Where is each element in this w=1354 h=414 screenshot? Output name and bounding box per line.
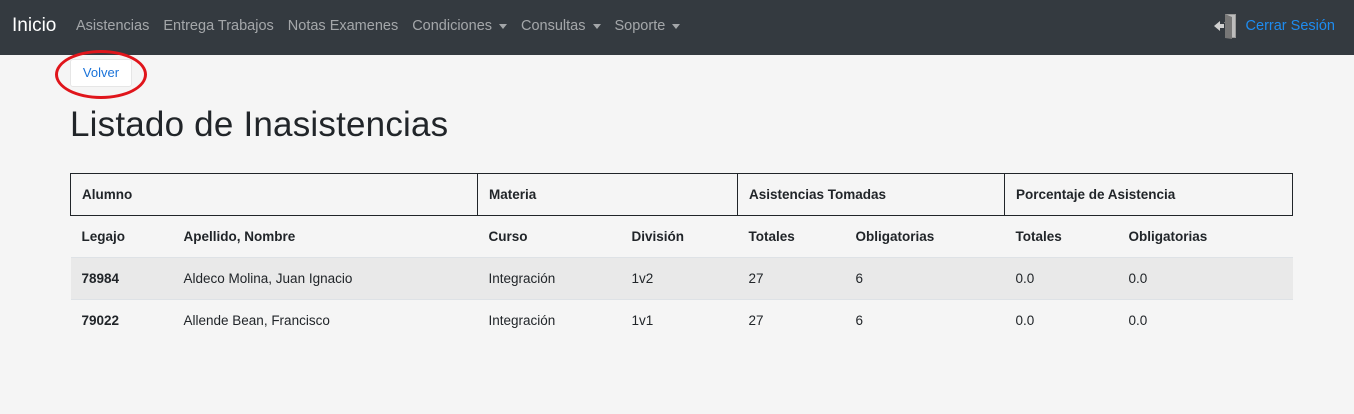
column-header-legajo: Legajo: [81, 229, 126, 244]
cell-legajo: 78984: [70, 257, 173, 300]
column-header-porcentaje-obligatorias: Obligatorias: [1128, 229, 1208, 244]
cell-porcentaje-totales: 0.0: [1004, 299, 1118, 342]
nav-link-label: Consultas: [521, 18, 586, 34]
nav-link-asistencias[interactable]: Asistencias: [69, 17, 156, 35]
cell-division: 1v2: [620, 257, 738, 300]
nav-link-label: Entrega Trabajos: [163, 18, 274, 34]
back-button[interactable]: Volver: [70, 59, 132, 87]
caret-down-icon: [672, 23, 681, 29]
cell-nombre: Aldeco Molina, Juan Ignacio: [172, 257, 478, 300]
nav-link-entrega-trabajos[interactable]: Entrega Trabajos: [156, 17, 280, 35]
cell-curso: Integración: [477, 257, 621, 300]
table-row: 79022 Allende Bean, Francisco Integració…: [70, 299, 1293, 342]
cell-obligatorias: 6: [844, 257, 1005, 300]
cell-porcentaje-totales: 0.0: [1004, 257, 1118, 300]
nav-link-label: Asistencias: [76, 18, 150, 34]
group-header-asistencias: Asistencias Tomadas: [737, 173, 1005, 216]
table-column-header: Legajo Apellido, Nombre Curso División T…: [71, 216, 1293, 258]
top-navbar: Inicio Asistencias Entrega Trabajos Nota…: [0, 0, 1354, 55]
group-header-alumno: Alumno: [70, 173, 478, 216]
cell-porcentaje-obligatorias: 0.0: [1117, 257, 1293, 300]
cell-legajo: 79022: [70, 299, 173, 342]
cell-obligatorias: 6: [844, 299, 1005, 342]
table-group-header: Alumno Materia Asistencias Tomadas Porce…: [70, 173, 1294, 216]
column-header-curso: Curso: [488, 229, 528, 244]
caret-down-icon: [499, 23, 508, 29]
nav-link-label: Soporte: [614, 18, 666, 34]
nav-dropdown-consultas[interactable]: Consultas: [514, 17, 607, 35]
table-row: 78984 Aldeco Molina, Juan Ignacio Integr…: [70, 257, 1293, 300]
page-title: Listado de Inasistencias: [70, 105, 449, 144]
nav-link-notas-examenes[interactable]: Notas Examenes: [281, 17, 405, 35]
column-header-nombre: Apellido, Nombre: [183, 229, 296, 244]
nav-link-label: Condiciones: [412, 18, 493, 34]
logout-label: Cerrar Sesión: [1245, 18, 1335, 34]
column-header-porcentaje-totales: Totales: [1015, 229, 1062, 244]
column-header-obligatorias: Obligatorias: [855, 229, 935, 244]
column-header-totales: Totales: [748, 229, 795, 244]
nav-links: Asistencias Entrega Trabajos Notas Exame…: [69, 17, 687, 35]
cell-totales: 27: [737, 299, 845, 342]
cell-nombre: Allende Bean, Francisco: [172, 299, 478, 342]
cell-curso: Integración: [477, 299, 621, 342]
nav-dropdown-soporte[interactable]: Soporte: [608, 17, 688, 35]
group-header-materia: Materia: [477, 173, 738, 216]
column-header-division: División: [631, 229, 685, 244]
cell-totales: 27: [737, 257, 845, 300]
group-header-porcentaje: Porcentaje de Asistencia: [1003, 173, 1294, 216]
caret-down-icon: [592, 23, 601, 29]
attendance-table: Alumno Materia Asistencias Tomadas Porce…: [70, 173, 1294, 342]
nav-dropdown-condiciones[interactable]: Condiciones: [405, 17, 514, 35]
logout-link[interactable]: Cerrar Sesión: [1213, 12, 1335, 40]
door-exit-icon: [1213, 14, 1236, 39]
nav-link-label: Notas Examenes: [287, 18, 399, 34]
cell-porcentaje-obligatorias: 0.0: [1117, 299, 1293, 342]
cell-division: 1v1: [620, 299, 738, 342]
brand-home-link[interactable]: Inicio: [12, 14, 56, 38]
